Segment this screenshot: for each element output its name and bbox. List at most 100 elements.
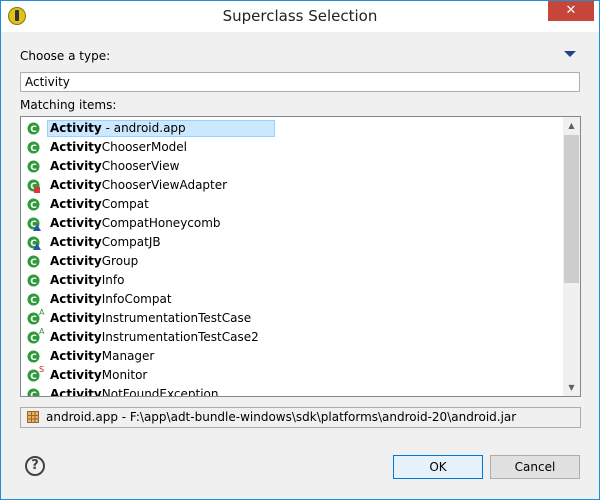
svg-text:C: C: [30, 334, 37, 344]
match-prefix: Activity: [50, 178, 102, 192]
list-item-label: ActivityChooserViewAdapter: [50, 178, 227, 192]
vertical-scrollbar[interactable]: ▲ ▼: [563, 117, 580, 396]
ok-button[interactable]: OK: [393, 455, 483, 479]
list-item-label: ActivityManager: [50, 349, 154, 363]
match-suffix: InfoCompat: [101, 292, 172, 306]
match-suffix: InstrumentationTestCase2: [101, 330, 259, 344]
match-prefix: Activity: [50, 387, 102, 397]
svg-text:C: C: [30, 125, 37, 135]
match-suffix: InstrumentationTestCase: [101, 311, 252, 325]
default-overlay: [33, 243, 41, 250]
list-item[interactable]: C Activity - android.app: [25, 120, 565, 138]
match-prefix: Activity: [50, 216, 102, 230]
match-suffix: CompatJB: [101, 235, 161, 249]
svg-text:C: C: [30, 391, 37, 397]
dialog-body: Choose a type: Matching items: CActivity…: [1, 32, 599, 499]
match-suffix: NotFoundException: [101, 387, 219, 397]
superclass-selection-dialog: Superclass Selection ✕ Choose a type: Ma…: [0, 0, 600, 500]
scroll-up-icon[interactable]: ▲: [563, 117, 580, 134]
list-item[interactable]: C S ActivityMonitor: [25, 365, 565, 385]
match-suffix: Monitor: [101, 368, 148, 382]
list-item-label: ActivityCompatJB: [50, 235, 161, 249]
class-icon: C: [27, 198, 40, 211]
match-prefix: Activity: [50, 368, 102, 382]
abstract-overlay: A: [39, 308, 45, 317]
class-icon: C: [27, 350, 40, 363]
list-item[interactable]: C ActivityCompatHoneycomb: [25, 215, 565, 233]
list-item[interactable]: C A ActivityInstrumentationTestCase: [25, 308, 565, 328]
svg-text:C: C: [30, 144, 37, 154]
svg-text:C: C: [30, 353, 37, 363]
list-item[interactable]: C ActivityChooserModel: [25, 139, 565, 157]
package-path-text: android.app - F:\app\adt-bundle-windows\…: [46, 410, 517, 424]
scroll-down-icon[interactable]: ▼: [563, 379, 580, 396]
list-item-label: ActivityInfo: [50, 273, 124, 287]
list-item[interactable]: C ActivityCompatJB: [25, 234, 565, 252]
package-icon: [27, 411, 39, 423]
matching-items-list[interactable]: C ActivityNotFoundException C S ActivityMoni…: [20, 116, 581, 397]
match-suffix: ChooserView: [101, 159, 180, 173]
list-item[interactable]: C ActivityGroup: [25, 253, 565, 271]
view-menu-dropdown-icon[interactable]: [564, 51, 576, 57]
match-prefix: Activity: [50, 311, 102, 325]
static-overlay: S: [39, 365, 45, 374]
package-status-bar: android.app - F:\app\adt-bundle-windows\…: [20, 407, 581, 428]
abstract-overlay: A: [39, 327, 45, 336]
match-prefix: Activity: [50, 159, 102, 173]
list-item[interactable]: CActivityChooserViewAdapter: [25, 177, 565, 195]
list-item-label: ActivityNotFoundException: [50, 387, 219, 397]
list-item-label: ActivityInstrumentationTestCase2: [50, 330, 259, 344]
match-suffix: Compat: [101, 197, 149, 211]
match-prefix: Activity: [50, 292, 102, 306]
svg-text:C: C: [30, 201, 37, 211]
private-overlay: [34, 187, 40, 193]
match-suffix: Manager: [101, 349, 155, 363]
list-item[interactable]: C ActivityCompat: [25, 196, 565, 214]
list-item-label: ActivityChooserModel: [50, 140, 187, 154]
title-bar: Superclass Selection ✕: [1, 1, 599, 32]
match-suffix: ChooserViewAdapter: [101, 178, 228, 192]
list-item[interactable]: C ActivityInfoCompat: [25, 291, 565, 309]
svg-text:C: C: [30, 258, 37, 268]
class-icon: C: [27, 122, 40, 135]
class-icon: C: [27, 274, 40, 287]
close-button[interactable]: ✕: [548, 1, 594, 21]
class-icon: C: [27, 160, 40, 173]
match-prefix: Activity: [50, 273, 102, 287]
svg-text:C: C: [30, 296, 37, 306]
class-icon: C: [27, 255, 40, 268]
match-suffix: ChooserModel: [101, 140, 188, 154]
help-icon[interactable]: ?: [25, 456, 45, 476]
type-filter-input[interactable]: [20, 72, 580, 92]
match-prefix: Activity: [50, 330, 102, 344]
list-item-label: ActivityMonitor: [50, 368, 147, 382]
matching-items-label: Matching items:: [20, 98, 117, 112]
list-item[interactable]: C ActivityManager: [25, 348, 565, 366]
list-item-label: ActivityChooserView: [50, 159, 179, 173]
list-item-label: ActivityInfoCompat: [50, 292, 172, 306]
list-item-label: ActivityCompatHoneycomb: [50, 216, 221, 230]
match-suffix: Info: [101, 273, 125, 287]
svg-text:C: C: [30, 163, 37, 173]
svg-text:C: C: [30, 372, 37, 382]
class-icon: C: [27, 388, 40, 397]
list-item[interactable]: C A ActivityInstrumentationTestCase2: [25, 327, 565, 347]
match-prefix: Activity: [50, 349, 102, 363]
list-item[interactable]: C ActivityNotFoundException: [25, 386, 565, 397]
svg-text:C: C: [30, 315, 37, 325]
class-icon: C: [27, 141, 40, 154]
match-suffix: CompatHoneycomb: [101, 216, 221, 230]
list-item-label: Activity - android.app: [50, 121, 186, 135]
match-suffix: - android.app: [101, 121, 186, 135]
window-title: Superclass Selection: [222, 7, 378, 25]
list-item[interactable]: C ActivityChooserView: [25, 158, 565, 176]
match-prefix: Activity: [50, 235, 102, 249]
cancel-button[interactable]: Cancel: [490, 455, 580, 479]
match-prefix: Activity: [50, 121, 102, 135]
list-item-label: ActivityCompat: [50, 197, 149, 211]
choose-type-label: Choose a type:: [20, 49, 111, 63]
svg-text:C: C: [30, 277, 37, 287]
list-item-label: ActivityInstrumentationTestCase: [50, 311, 251, 325]
list-item[interactable]: C ActivityInfo: [25, 272, 565, 290]
scroll-thumb[interactable]: [564, 135, 579, 283]
